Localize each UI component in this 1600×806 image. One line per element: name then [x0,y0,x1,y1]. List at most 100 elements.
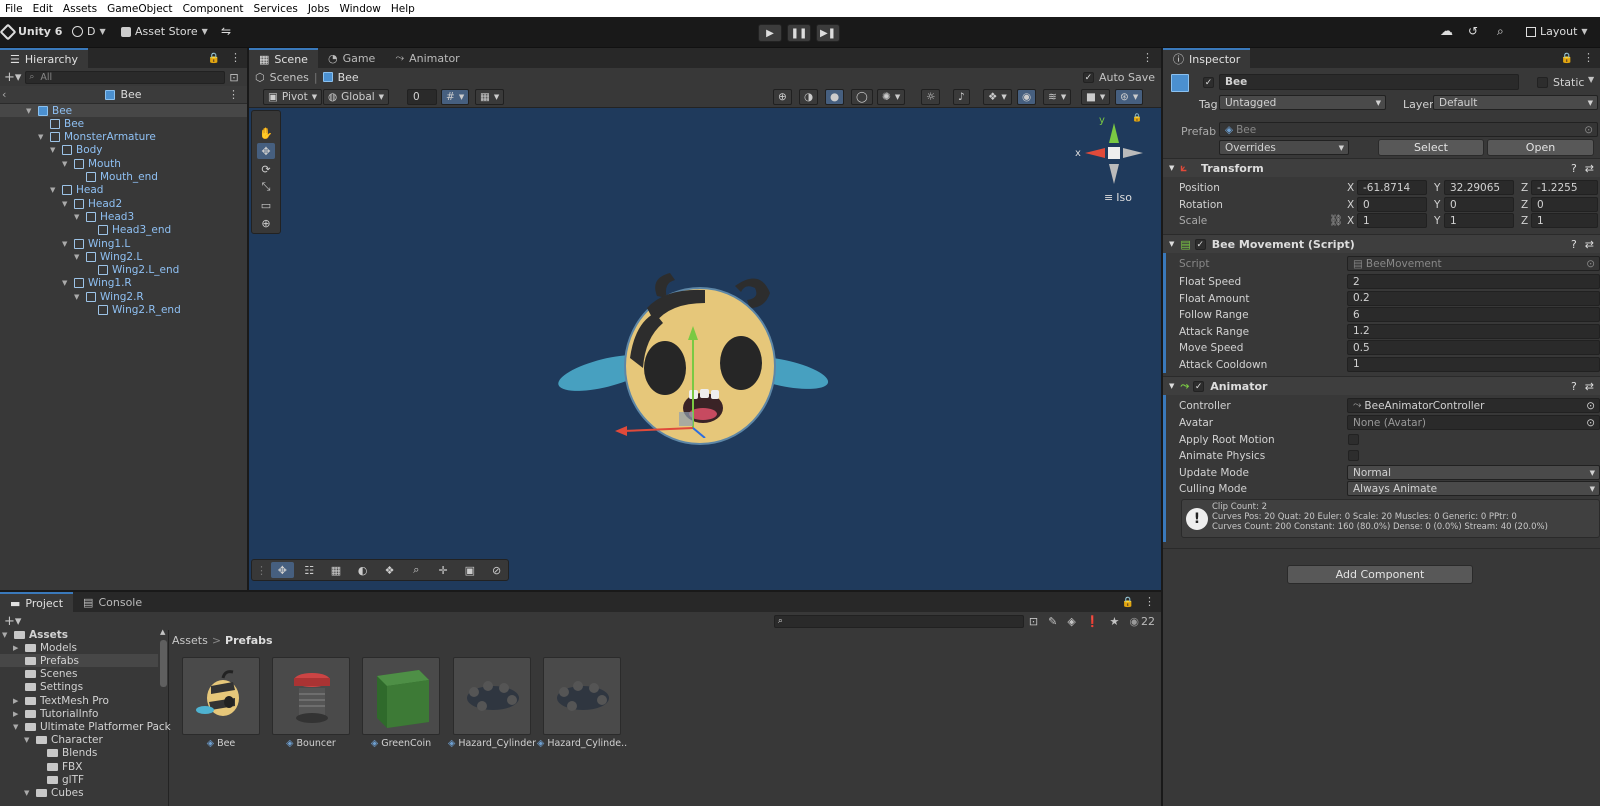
foldout-icon[interactable]: ▶ [13,710,21,718]
hierarchy-item[interactable]: ▼ Wing1.R [62,277,132,290]
orientation-gizmo[interactable]: y x 🔒 [1075,113,1149,198]
overlay-camera-icon[interactable]: ▣ [458,562,481,578]
search-icon[interactable]: ⌕ [1497,24,1504,39]
visibility-eye-icon[interactable]: ◉ [1124,615,1141,628]
tab-hierarchy[interactable]: ☰ Hierarchy [0,48,89,68]
version-control-icon[interactable]: ⇋ [221,24,231,38]
audio-toggle[interactable]: ♪ [953,89,970,105]
kebab-menu-icon[interactable]: ⋮ [228,88,239,101]
rect-tool-icon[interactable]: ▭ [257,197,275,213]
step-button[interactable]: ▶❚ [816,24,840,42]
overlay-move-icon[interactable]: ✥ [271,562,294,578]
foldout-icon[interactable]: ▶ [13,644,21,652]
overlay-search-icon[interactable]: ⌕ [405,562,428,578]
foldout-icon[interactable]: ▼ [2,631,10,639]
render-debug-dropdown[interactable]: ✺ ▼ [877,89,906,105]
foldout-icon[interactable]: ▶ [13,697,21,705]
lock-icon[interactable]: 🔒 [204,53,224,68]
hierarchy-item[interactable]: ▼ Wing1.L [62,237,130,250]
play-button[interactable]: ▶ [758,24,782,42]
back-arrow-icon[interactable]: ‹ [2,88,6,101]
menu-services[interactable]: Services [249,3,303,15]
foldout-icon[interactable]: ▼ [74,293,82,301]
account-dropdown[interactable]: D ▼ [72,25,106,38]
project-folder-item[interactable]: glTF [35,773,84,786]
lock-icon[interactable]: 🔒 [1557,53,1577,68]
kebab-menu-icon[interactable]: ⋮ [224,51,247,68]
tab-game[interactable]: ◔ Game [318,48,385,68]
hierarchy-item[interactable]: ▼ Head [50,184,103,197]
scale-x-field[interactable]: 1 [1357,213,1427,228]
lock-icon[interactable]: 🔒 [1118,597,1138,612]
gizmos-dropdown[interactable]: ⊛ ▼ [1115,89,1144,105]
hierarchy-item[interactable]: Bee [38,117,84,130]
preset-icon[interactable]: ⇄ [1585,238,1594,251]
tag-icon[interactable]: ◈ [1062,615,1080,628]
favorite-star-icon[interactable]: ★ [1105,615,1125,628]
overlay-layers-icon[interactable]: ❖ [378,562,401,578]
lighting-toggle[interactable]: ☼ [921,89,941,105]
project-folder-item[interactable]: ▼ Cubes [24,786,84,799]
asset-thumb-bouncer[interactable] [272,657,350,735]
hierarchy-item[interactable]: ▼ Head2 [62,197,122,210]
draw-mode-unlit-button[interactable]: ◯ [851,89,873,105]
bee-movement-field-input[interactable]: 1 [1347,356,1600,372]
hierarchy-item[interactable]: ▼ Wing2.L [74,250,142,263]
link-scale-icon[interactable]: ⛓ [1329,214,1343,227]
scroll-up-icon[interactable]: ▲ [160,628,165,636]
position-x-field[interactable]: -61.8714 [1357,180,1427,195]
avatar-field[interactable]: None (Avatar) ⊙ [1347,415,1600,430]
history-icon[interactable]: ↺ [1468,24,1478,38]
project-folder-item[interactable]: Scenes [13,668,77,681]
animator-header[interactable]: ▼ ⤳ ✓ Animator ? ⇄ ⋮ [1163,376,1600,395]
kebab-menu-icon[interactable]: ⋮ [1134,51,1161,68]
asset-thumb-greencoin[interactable] [362,657,440,735]
scale-y-field[interactable]: 1 [1444,213,1514,228]
controller-field[interactable]: ⤳ BeeAnimatorController ⊙ [1347,398,1600,413]
transform-tool-icon[interactable]: ⊕ [257,215,275,231]
foldout-icon[interactable]: ▼ [62,279,70,287]
overlay-sphere-icon[interactable]: ◐ [351,562,374,578]
menu-jobs[interactable]: Jobs [303,3,335,15]
menu-assets[interactable]: Assets [58,3,102,15]
draw-mode-shaded-wire-button[interactable]: ◑ [799,89,819,105]
cloud-icon[interactable]: ☁ [1440,24,1453,39]
hand-tool-icon[interactable]: ✋ [257,125,275,141]
iso-toggle[interactable]: ≡ Iso [1104,191,1132,204]
breadcrumb-scenes[interactable]: Scenes [270,71,309,84]
asset-thumb-bee[interactable] [182,657,260,735]
tab-animator[interactable]: ⤳ Animator [385,48,469,68]
grid-visibility-toggle[interactable]: ▦ ▼ [475,89,505,105]
project-folder-item[interactable]: ▼ Assets [2,628,68,641]
lock-icon[interactable]: 🔒 [1132,113,1142,122]
asset-thumb-hazard-cylinder-2[interactable] [543,657,621,735]
bee-movement-field-input[interactable]: 2 [1347,274,1600,289]
breadcrumb-assets[interactable]: Assets [172,634,208,647]
tree-scrollbar[interactable] [160,640,167,687]
bee-movement-enabled-checkbox[interactable]: ✓ [1194,238,1206,250]
tag-dropdown[interactable]: Untagged ▼ [1219,95,1386,110]
animator-enabled-checkbox[interactable]: ✓ [1193,380,1205,392]
project-folder-item[interactable]: ▼ Ultimate Platformer Pack [13,720,171,733]
draw-mode-shaded-button[interactable]: ● [825,89,845,105]
layer-dropdown[interactable]: Default ▼ [1433,95,1598,110]
camera-dropdown[interactable]: ■ ▼ [1081,89,1111,105]
foldout-icon[interactable]: ▼ [50,186,58,194]
foldout-icon[interactable]: ▼ [74,253,82,261]
foldout-icon[interactable]: ▼ [24,736,32,744]
bee-movement-field-input[interactable]: 0.5 [1347,340,1600,355]
bee-model[interactable] [555,268,835,468]
menu-help[interactable]: Help [386,3,420,15]
tab-project[interactable]: ▬ Project [0,592,74,612]
hierarchy-item[interactable]: ▼ MonsterArmature [38,131,156,144]
foldout-icon[interactable]: ▼ [62,160,70,168]
foldout-icon[interactable]: ▼ [13,723,21,731]
bee-movement-field-input[interactable]: 1.2 [1347,323,1600,339]
bee-movement-field-input[interactable]: 0.2 [1347,290,1600,306]
hierarchy-item[interactable]: Head3_end [86,224,171,237]
project-folder-item[interactable]: Settings [13,681,83,694]
menu-component[interactable]: Component [178,3,249,15]
foldout-icon[interactable]: ▼ [50,146,58,154]
foldout-icon[interactable]: ▼ [24,789,32,797]
hierarchy-item[interactable]: ▼ Mouth [62,157,121,170]
